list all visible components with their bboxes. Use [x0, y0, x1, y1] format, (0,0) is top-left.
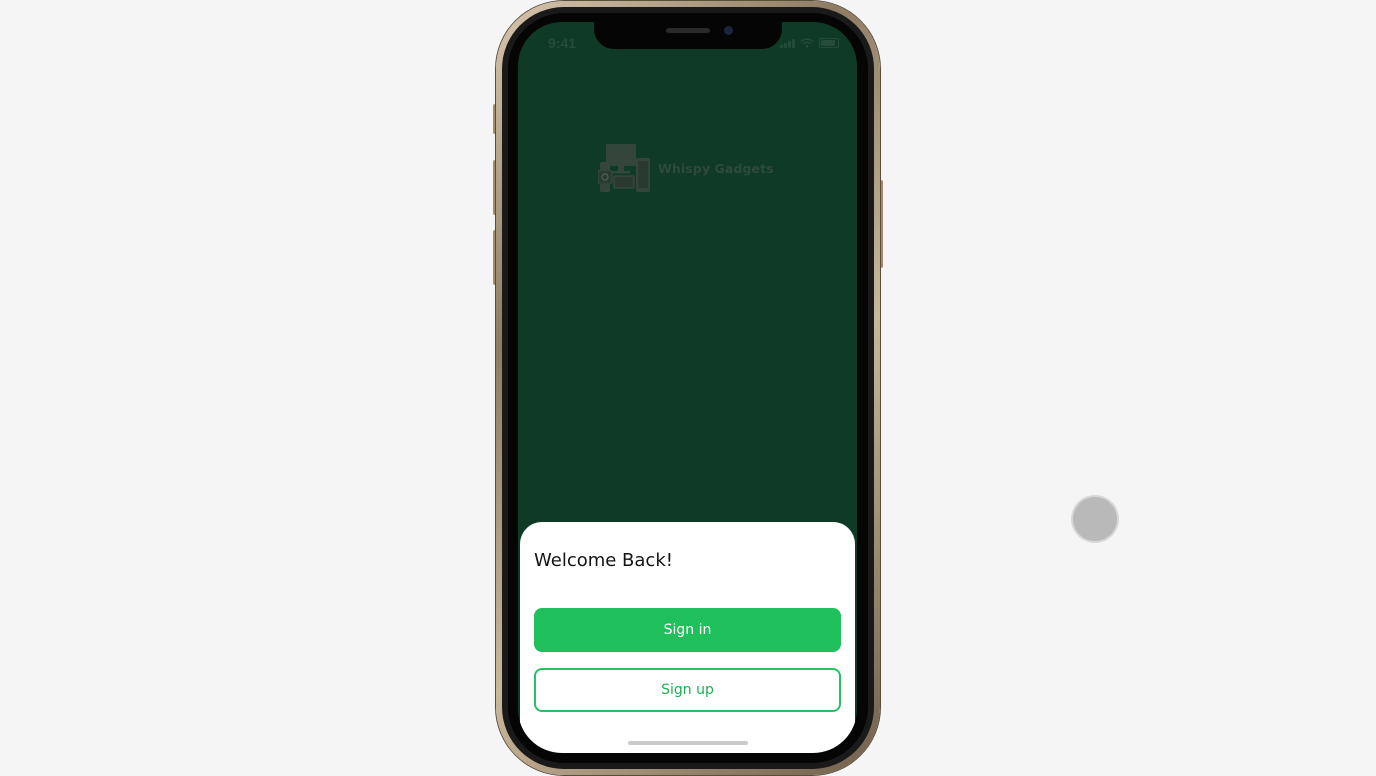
speaker-grille [666, 28, 710, 33]
welcome-sheet: Welcome Back! Sign in Sign up [520, 522, 855, 753]
status-time: 9:41 [548, 35, 577, 51]
notch [594, 22, 782, 49]
sheet-title: Welcome Back! [534, 550, 673, 571]
sign-up-button[interactable]: Sign up [534, 668, 841, 712]
logo-text: Whispy Gadgets [658, 160, 774, 176]
touch-indicator [1073, 497, 1117, 541]
camera-icon [724, 26, 733, 35]
wifi-icon [800, 38, 814, 48]
gadgets-logo-icon [598, 144, 652, 192]
status-icons [780, 38, 839, 48]
stage: 9:41 Whispy Gadgets Welcome Back! Sign i… [0, 0, 1376, 776]
signal-icon [780, 39, 795, 48]
sign-in-button[interactable]: Sign in [534, 608, 841, 652]
phone-screen: 9:41 Whispy Gadgets Welcome Back! Sign i… [518, 22, 857, 753]
home-indicator[interactable] [628, 741, 748, 745]
battery-icon [819, 38, 839, 48]
app-logo: Whispy Gadgets [598, 144, 774, 192]
